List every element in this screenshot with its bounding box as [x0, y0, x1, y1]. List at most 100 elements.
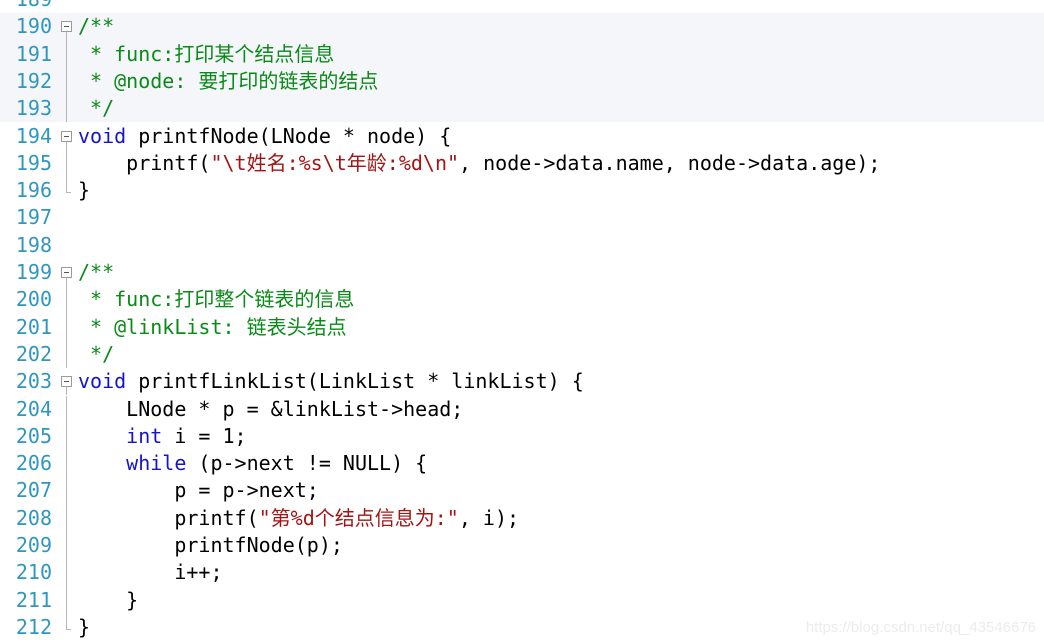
line-number: 197 — [15, 205, 52, 230]
code-token-plain: p = p->next; — [78, 478, 319, 503]
line-number: 207 — [15, 478, 52, 503]
fold-column[interactable] — [60, 586, 78, 614]
fold-column[interactable] — [60, 0, 78, 13]
fold-column[interactable] — [60, 149, 78, 178]
code-line[interactable]: 211 } — [0, 586, 1044, 614]
fold-guide-line — [66, 141, 67, 150]
fold-collapse-icon[interactable] — [61, 267, 72, 278]
code-line[interactable]: 193 */ — [0, 95, 1044, 123]
code-token-plain: } — [78, 587, 139, 612]
fold-column[interactable] — [60, 559, 78, 587]
code-token-cm: /** — [78, 260, 115, 284]
code-line[interactable]: 205 int i = 1; — [0, 422, 1044, 451]
line-number: 208 — [15, 505, 52, 530]
fold-column[interactable] — [60, 204, 78, 231]
fold-column[interactable] — [60, 67, 78, 96]
code-line-text: LNode * p = &linkList->head; — [78, 396, 463, 423]
code-line-text: printf("\t姓名:%s\t年龄:%d\n", node->data.na… — [78, 150, 880, 177]
code-line-text: * func:打印某个结点信息 — [78, 41, 334, 68]
line-number: 210 — [15, 560, 52, 585]
line-number: 190 — [15, 14, 52, 39]
code-line-text: /** — [78, 259, 114, 286]
fold-column[interactable] — [60, 123, 78, 150]
code-token-kw: while — [126, 451, 187, 476]
code-token-cm: * func:打印某个结点信息 — [78, 41, 335, 66]
line-number: 201 — [15, 314, 52, 339]
code-line-text: int i = 1; — [78, 423, 246, 450]
fold-guide-line-end — [66, 613, 71, 630]
fold-column[interactable] — [60, 259, 78, 287]
code-line[interactable]: 208 printf("第%d个结点信息为:", i); — [0, 504, 1044, 532]
watermark-text: https://blog.csdn.net/qq_43546676 — [805, 619, 1036, 636]
code-token-plain: i++; — [78, 560, 223, 585]
code-line[interactable]: 207 p = p->next; — [0, 477, 1044, 505]
line-number: 194 — [15, 123, 52, 148]
fold-guide-line — [66, 450, 67, 478]
fold-collapse-icon[interactable] — [61, 130, 72, 142]
fold-column[interactable] — [60, 95, 78, 123]
fold-column[interactable] — [60, 232, 78, 259]
code-token-plain: , node->data.name, node->data.age); — [459, 150, 881, 175]
line-number: 192 — [15, 68, 52, 93]
fold-column[interactable] — [60, 613, 78, 641]
code-line[interactable]: 210 i++; — [0, 559, 1044, 587]
code-editor[interactable]: 189190/**191 * func:打印某个结点信息192 * @node:… — [0, 0, 1044, 642]
line-number: 209 — [15, 533, 52, 557]
fold-guide-line — [66, 422, 67, 451]
fold-column[interactable] — [60, 40, 78, 68]
fold-guide-line — [66, 313, 67, 341]
code-token-cm: */ — [78, 96, 115, 121]
fold-column[interactable] — [60, 532, 78, 560]
code-line[interactable]: 192 * @node: 要打印的链表的结点 — [0, 67, 1044, 96]
code-line-text: printf("第%d个结点信息为:", i); — [78, 505, 519, 532]
line-number: 203 — [15, 369, 52, 394]
fold-guide-line-end — [66, 177, 71, 194]
fold-column[interactable] — [60, 13, 78, 41]
code-line-text: */ — [78, 341, 114, 368]
line-number: 212 — [15, 614, 52, 639]
code-token-cm: /** — [78, 14, 115, 39]
code-line[interactable]: 200 * func:打印整个链表的信息 — [0, 286, 1044, 314]
fold-column[interactable] — [60, 504, 78, 532]
code-line[interactable]: 203 void printfLinkList(LinkList * linkLi… — [0, 368, 1044, 396]
code-line[interactable]: 191 * func:打印某个结点信息 — [0, 40, 1044, 68]
code-line[interactable]: 209 printfNode(p); — [0, 532, 1044, 560]
code-line[interactable]: 204 LNode * p = &linkList->head; — [0, 395, 1044, 423]
code-line[interactable]: 197 — [0, 204, 1044, 231]
code-line[interactable]: 195 printf("\t姓名:%s\t年龄:%d\n", node->dat… — [0, 149, 1044, 178]
fold-collapse-icon[interactable] — [61, 21, 72, 33]
fold-column[interactable] — [60, 286, 78, 314]
fold-column[interactable] — [60, 177, 78, 204]
fold-guide-line — [66, 395, 67, 423]
code-line[interactable]: 202 */ — [0, 340, 1044, 369]
fold-column[interactable] — [60, 395, 78, 423]
code-line[interactable]: 206 while (p->next != NULL) { — [0, 450, 1044, 478]
fold-guide-line — [66, 95, 67, 123]
fold-column[interactable] — [60, 477, 78, 505]
line-number: 205 — [15, 423, 52, 448]
code-token-cm: * @node: 要打印的链表的结点 — [78, 68, 379, 93]
code-token-kw: void — [78, 369, 127, 394]
code-token-plain: } — [78, 614, 91, 639]
code-token-str: "第%d个结点信息为:" — [258, 505, 459, 530]
code-line[interactable]: 196} — [0, 177, 1044, 204]
code-line[interactable]: 198 — [0, 232, 1044, 259]
code-line-text: } — [78, 614, 90, 641]
code-line[interactable]: 189 — [0, 0, 1044, 13]
code-line[interactable]: 199 /** — [0, 259, 1044, 287]
fold-column[interactable] — [60, 450, 78, 478]
code-line[interactable]: 194 void printfNode(LNode * node) { — [0, 123, 1044, 150]
line-number: 200 — [15, 287, 52, 312]
code-line[interactable]: 190 /** — [0, 13, 1044, 41]
code-token-plain: (p->next != NULL) { — [186, 451, 428, 476]
code-line-text: * func:打印整个链表的信息 — [78, 286, 354, 313]
fold-column[interactable] — [60, 422, 78, 451]
code-line[interactable]: 201 * @linkList: 链表头结点 — [0, 313, 1044, 341]
fold-column[interactable] — [60, 368, 78, 396]
code-token-plain: printf( — [78, 150, 211, 175]
code-line-text: i++; — [78, 559, 223, 586]
fold-collapse-icon[interactable] — [61, 376, 72, 388]
fold-column[interactable] — [60, 340, 78, 369]
fold-column[interactable] — [60, 313, 78, 341]
